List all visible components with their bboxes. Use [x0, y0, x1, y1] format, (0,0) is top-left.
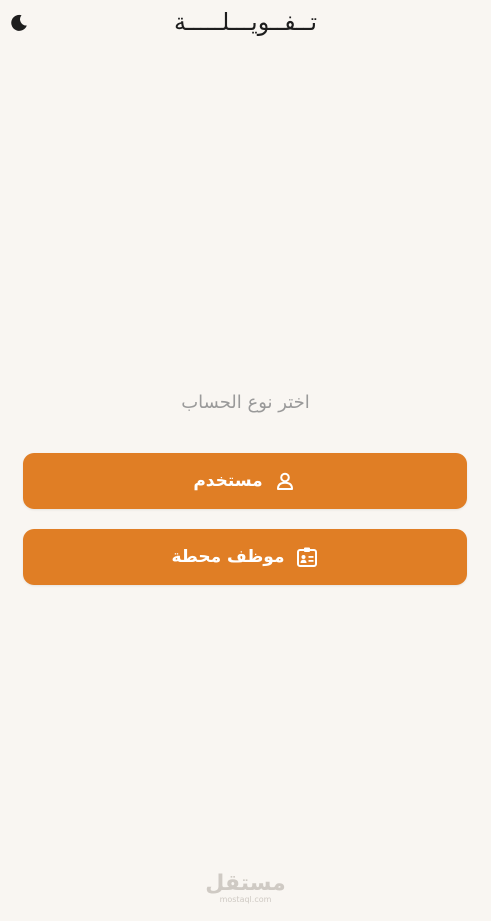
mostaql-watermark: مستقل mostaql.com: [0, 872, 491, 904]
station-employee-label: موظف محطة: [171, 547, 285, 567]
watermark-domain: mostaql.com: [219, 895, 272, 904]
user-icon: [273, 469, 297, 493]
station-employee-button[interactable]: موظف محطة: [23, 529, 467, 585]
watermark-brand: مستقل: [205, 871, 286, 896]
account-type-prompt: اختر نوع الحساب: [181, 392, 310, 413]
app-header: تــفــويـــلـــــة: [0, 0, 491, 46]
user-account-button[interactable]: مستخدم: [23, 453, 467, 509]
id-badge-icon: [295, 545, 319, 569]
app-title: تــفــويـــلـــــة: [173, 8, 318, 36]
user-account-label: مستخدم: [193, 471, 263, 491]
